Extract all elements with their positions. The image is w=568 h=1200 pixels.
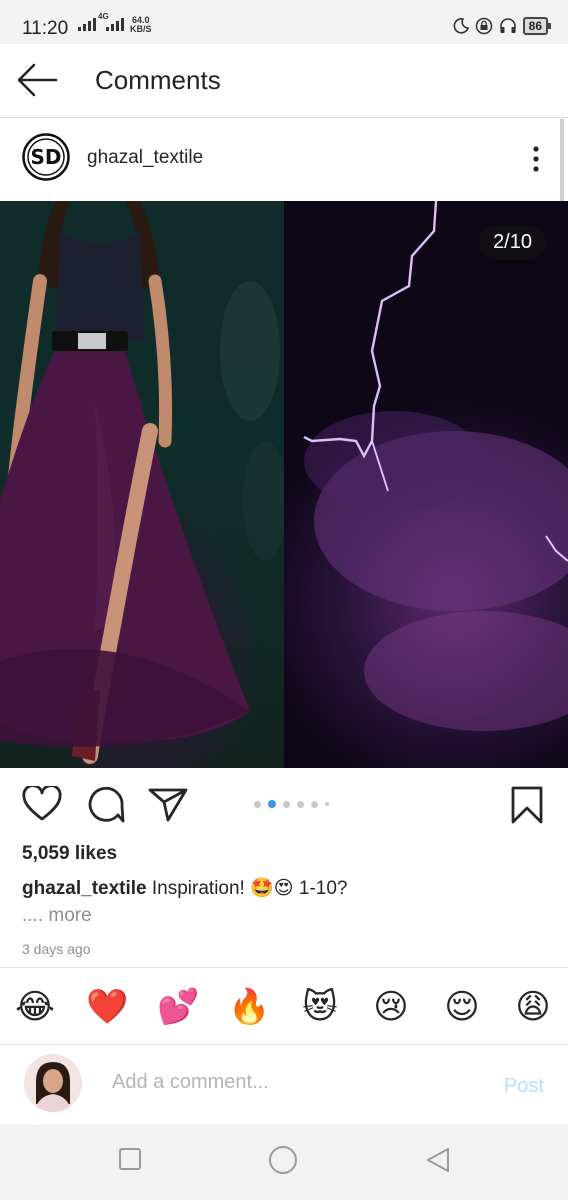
emoji-crying[interactable]: 😢 — [370, 986, 412, 1028]
caption-username[interactable]: ghazal_textile — [22, 878, 147, 899]
network-type: 4G — [98, 12, 109, 21]
svg-text:SD: SD — [30, 145, 61, 169]
lock-icon — [475, 17, 492, 35]
caption-text: Inspiration! — [151, 878, 245, 899]
network-speed: 64.0 KB/S — [130, 15, 152, 34]
bookmark-icon[interactable] — [510, 786, 544, 824]
status-bar: 11:20 4G 64.0 KB/S 86 — [0, 0, 568, 44]
carousel-dot — [325, 802, 329, 806]
back-triangle-icon[interactable] — [425, 1147, 451, 1173]
emoji-heart-eyes-cat[interactable]: 😻 — [299, 986, 341, 1028]
post-image-carousel[interactable]: 2/10 — [0, 201, 568, 768]
moon-icon — [453, 18, 469, 34]
carousel-dot-active — [268, 800, 276, 808]
emoji-relieved[interactable]: 😌 — [441, 986, 483, 1028]
emoji-quick-bar: 😂 ❤️ 💕 🔥 😻 😢 😌 😩 — [0, 967, 568, 1045]
headphones-icon — [499, 18, 516, 33]
post-header: SD ghazal_textile — [0, 119, 568, 201]
profile-avatar[interactable]: SD — [22, 133, 70, 181]
scrollbar — [560, 119, 564, 201]
caption-text-2: 1-10? — [298, 878, 348, 899]
home-circle-icon[interactable] — [268, 1145, 298, 1175]
comment-icon[interactable] — [85, 786, 125, 824]
post-timestamp: 3 days ago — [22, 941, 91, 957]
back-arrow-icon[interactable] — [16, 62, 58, 98]
post-username[interactable]: ghazal_textile — [87, 147, 203, 169]
carousel-dot — [283, 800, 290, 808]
likes-count[interactable]: 5,059 likes — [22, 843, 117, 865]
comment-composer: Post — [0, 1045, 568, 1125]
battery-icon: 86 — [522, 17, 552, 35]
emoji-weary[interactable]: 😩 — [512, 986, 554, 1028]
share-icon[interactable] — [148, 786, 188, 822]
carousel-dot — [297, 800, 304, 808]
status-time: 11:20 — [22, 18, 69, 39]
image-counter: 2/10 — [479, 225, 546, 260]
emoji-heart[interactable]: ❤️ — [86, 986, 128, 1028]
app-header: Comments — [0, 44, 568, 118]
system-nav-bar — [0, 1125, 568, 1200]
carousel-dot — [254, 800, 261, 808]
emoji-two-hearts[interactable]: 💕 — [157, 986, 199, 1028]
emoji-joy[interactable]: 😂 — [14, 986, 56, 1028]
dress-photo — [0, 201, 287, 768]
post-actions — [0, 768, 568, 838]
signal-icon: 4G — [78, 12, 128, 32]
carousel-indicator — [254, 800, 329, 808]
heart-icon[interactable] — [22, 786, 62, 822]
more-link[interactable]: .... more — [22, 905, 92, 927]
recents-square-icon[interactable] — [118, 1147, 142, 1171]
emoji-fire[interactable]: 🔥 — [228, 986, 270, 1028]
comment-input[interactable] — [112, 1071, 412, 1094]
lightning-photo: 2/10 — [284, 201, 568, 768]
caption-emojis: 🤩😍 — [250, 877, 294, 899]
user-avatar — [24, 1054, 82, 1112]
page-title: Comments — [95, 65, 221, 95]
post-caption: ghazal_textile Inspiration! 🤩😍 1-10? — [22, 876, 347, 900]
carousel-dot — [311, 800, 318, 808]
more-options-icon[interactable] — [532, 145, 540, 173]
post-comment-button[interactable]: Post — [504, 1075, 544, 1098]
